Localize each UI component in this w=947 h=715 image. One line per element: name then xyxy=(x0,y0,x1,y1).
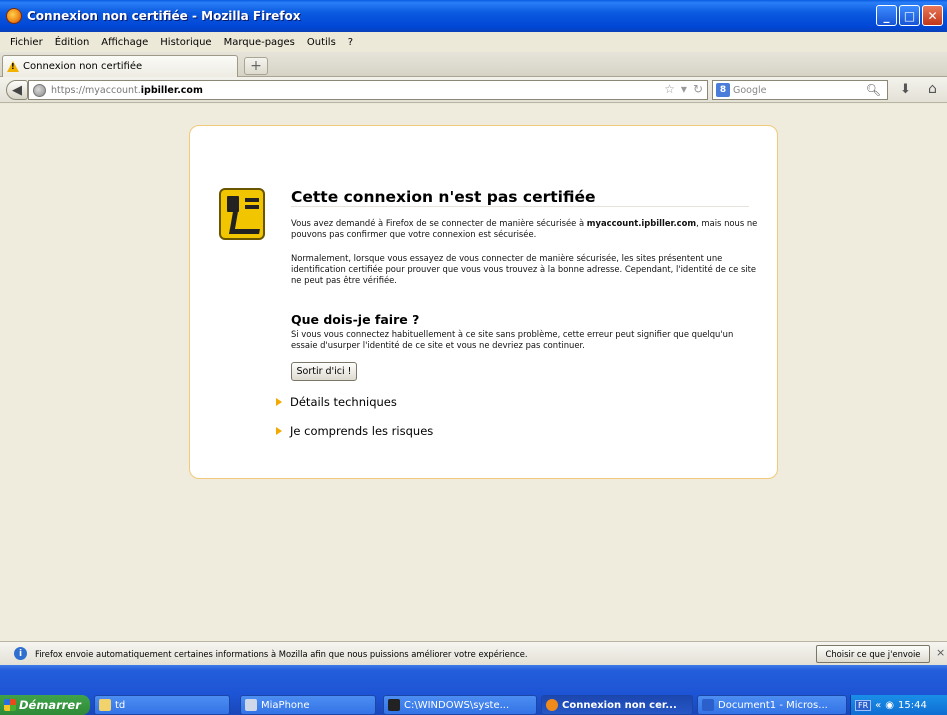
taskbar: Démarrer td MiaPhone C:\WINDOWS\syste...… xyxy=(0,665,947,715)
windows-flag-icon xyxy=(4,699,16,711)
taskbar-item-miaphone[interactable]: MiaPhone xyxy=(240,695,376,715)
taskbar-item-console[interactable]: C:\WINDOWS\syste... xyxy=(383,695,537,715)
bookmark-star-icon[interactable]: ☆ xyxy=(664,82,675,96)
menu-bar: Fichier Édition Affichage Historique Mar… xyxy=(0,32,947,52)
close-icon[interactable]: × xyxy=(936,646,945,659)
menu-outils[interactable]: Outils xyxy=(301,37,342,48)
intro-paragraph: Vous avez demandé à Firefox de se connec… xyxy=(291,218,758,239)
reload-icon[interactable]: ↻ xyxy=(693,82,703,96)
back-arrow-icon: ◀ xyxy=(12,82,22,98)
firefox-icon xyxy=(546,699,558,711)
advice-paragraph: Si vous vous connectez habituellement à … xyxy=(291,329,734,350)
taskbar-item-td[interactable]: td xyxy=(94,695,230,715)
explanation-paragraph: Normalement, lorsque vous essayez de vou… xyxy=(291,253,757,285)
url-tools: ☆ ▾ ↻ xyxy=(664,82,703,96)
tab-label: Connexion non certifiée xyxy=(23,61,143,72)
taskbar-item-firefox[interactable]: Connexion non cer... xyxy=(541,695,693,715)
notification-text: Firefox envoie automatiquement certaines… xyxy=(35,648,528,659)
expand-arrow-icon xyxy=(276,398,282,406)
choose-what-i-share-button[interactable]: Choisir ce que j'envoie xyxy=(816,645,930,663)
start-button[interactable]: Démarrer xyxy=(0,695,90,715)
certificate-warning-icon xyxy=(219,188,265,240)
tab-connexion-non-certifiee[interactable]: ! Connexion non certifiée xyxy=(2,55,238,77)
system-tray: FR « ◉ 15:44 xyxy=(850,695,947,715)
page-title: Cette connexion n'est pas certifiée xyxy=(291,188,596,206)
folder-icon xyxy=(99,699,111,711)
search-engine-icon[interactable]: 8 xyxy=(716,83,730,97)
url-bar[interactable]: https://myaccount.ipbiller.com ☆ ▾ ↻ xyxy=(28,80,708,100)
firefox-icon xyxy=(6,8,22,24)
what-to-do-heading: Que dois-je faire ? xyxy=(291,312,420,327)
search-placeholder: Google xyxy=(733,84,767,96)
notification-bar: i Firefox envoie automatiquement certain… xyxy=(0,641,947,665)
taskbar-item-word[interactable]: Document1 - Micros... xyxy=(697,695,847,715)
home-icon[interactable]: ⌂ xyxy=(928,81,937,97)
new-tab-button[interactable]: + xyxy=(244,57,268,75)
globe-icon xyxy=(33,83,46,97)
minimize-button[interactable]: _ xyxy=(876,5,897,26)
tray-expand-button[interactable]: « xyxy=(875,700,881,711)
phone-icon xyxy=(245,699,257,711)
network-icon[interactable]: ◉ xyxy=(885,700,894,711)
search-icon[interactable]: 🔍︎ xyxy=(866,83,881,97)
clock: 15:44 xyxy=(898,699,927,711)
get-me-out-button[interactable]: Sortir d'ici ! xyxy=(291,362,357,381)
menu-affichage[interactable]: Affichage xyxy=(95,37,154,48)
navigation-bar: ◀ https://myaccount.ipbiller.com ☆ ▾ ↻ 8… xyxy=(0,77,947,103)
error-card: Cette connexion n'est pas certifiée Vous… xyxy=(189,125,778,479)
menu-edition[interactable]: Édition xyxy=(49,37,96,48)
info-icon: i xyxy=(14,647,27,660)
window-controls: _ □ ✕ xyxy=(876,5,943,26)
word-icon xyxy=(702,699,714,711)
title-divider xyxy=(291,206,749,207)
expand-arrow-icon xyxy=(276,427,282,435)
menu-fichier[interactable]: Fichier xyxy=(4,37,49,48)
understand-risks-expander[interactable]: Je comprends les risques xyxy=(276,424,433,438)
download-icon[interactable]: ⬇ xyxy=(900,82,911,97)
console-icon xyxy=(388,699,400,711)
menu-aide[interactable]: ? xyxy=(342,37,359,48)
window-title-bar: Connexion non certifiée - Mozilla Firefo… xyxy=(0,0,947,32)
menu-marque-pages[interactable]: Marque-pages xyxy=(218,37,301,48)
window-title: Connexion non certifiée - Mozilla Firefo… xyxy=(27,9,301,23)
language-indicator[interactable]: FR xyxy=(855,699,872,711)
url-text: https://myaccount.ipbiller.com xyxy=(51,84,203,96)
technical-details-expander[interactable]: Détails techniques xyxy=(276,395,397,409)
tab-bar: ! Connexion non certifiée + xyxy=(0,52,947,77)
warning-icon: ! xyxy=(7,61,19,72)
search-bar[interactable]: 8 Google 🔍︎ xyxy=(712,80,888,100)
close-button[interactable]: ✕ xyxy=(922,5,943,26)
page-content: Cette connexion n'est pas certifiée Vous… xyxy=(0,104,947,641)
back-button[interactable]: ◀ xyxy=(6,80,28,100)
menu-historique[interactable]: Historique xyxy=(154,37,217,48)
maximize-button[interactable]: □ xyxy=(899,5,920,26)
dropdown-icon[interactable]: ▾ xyxy=(681,82,687,96)
